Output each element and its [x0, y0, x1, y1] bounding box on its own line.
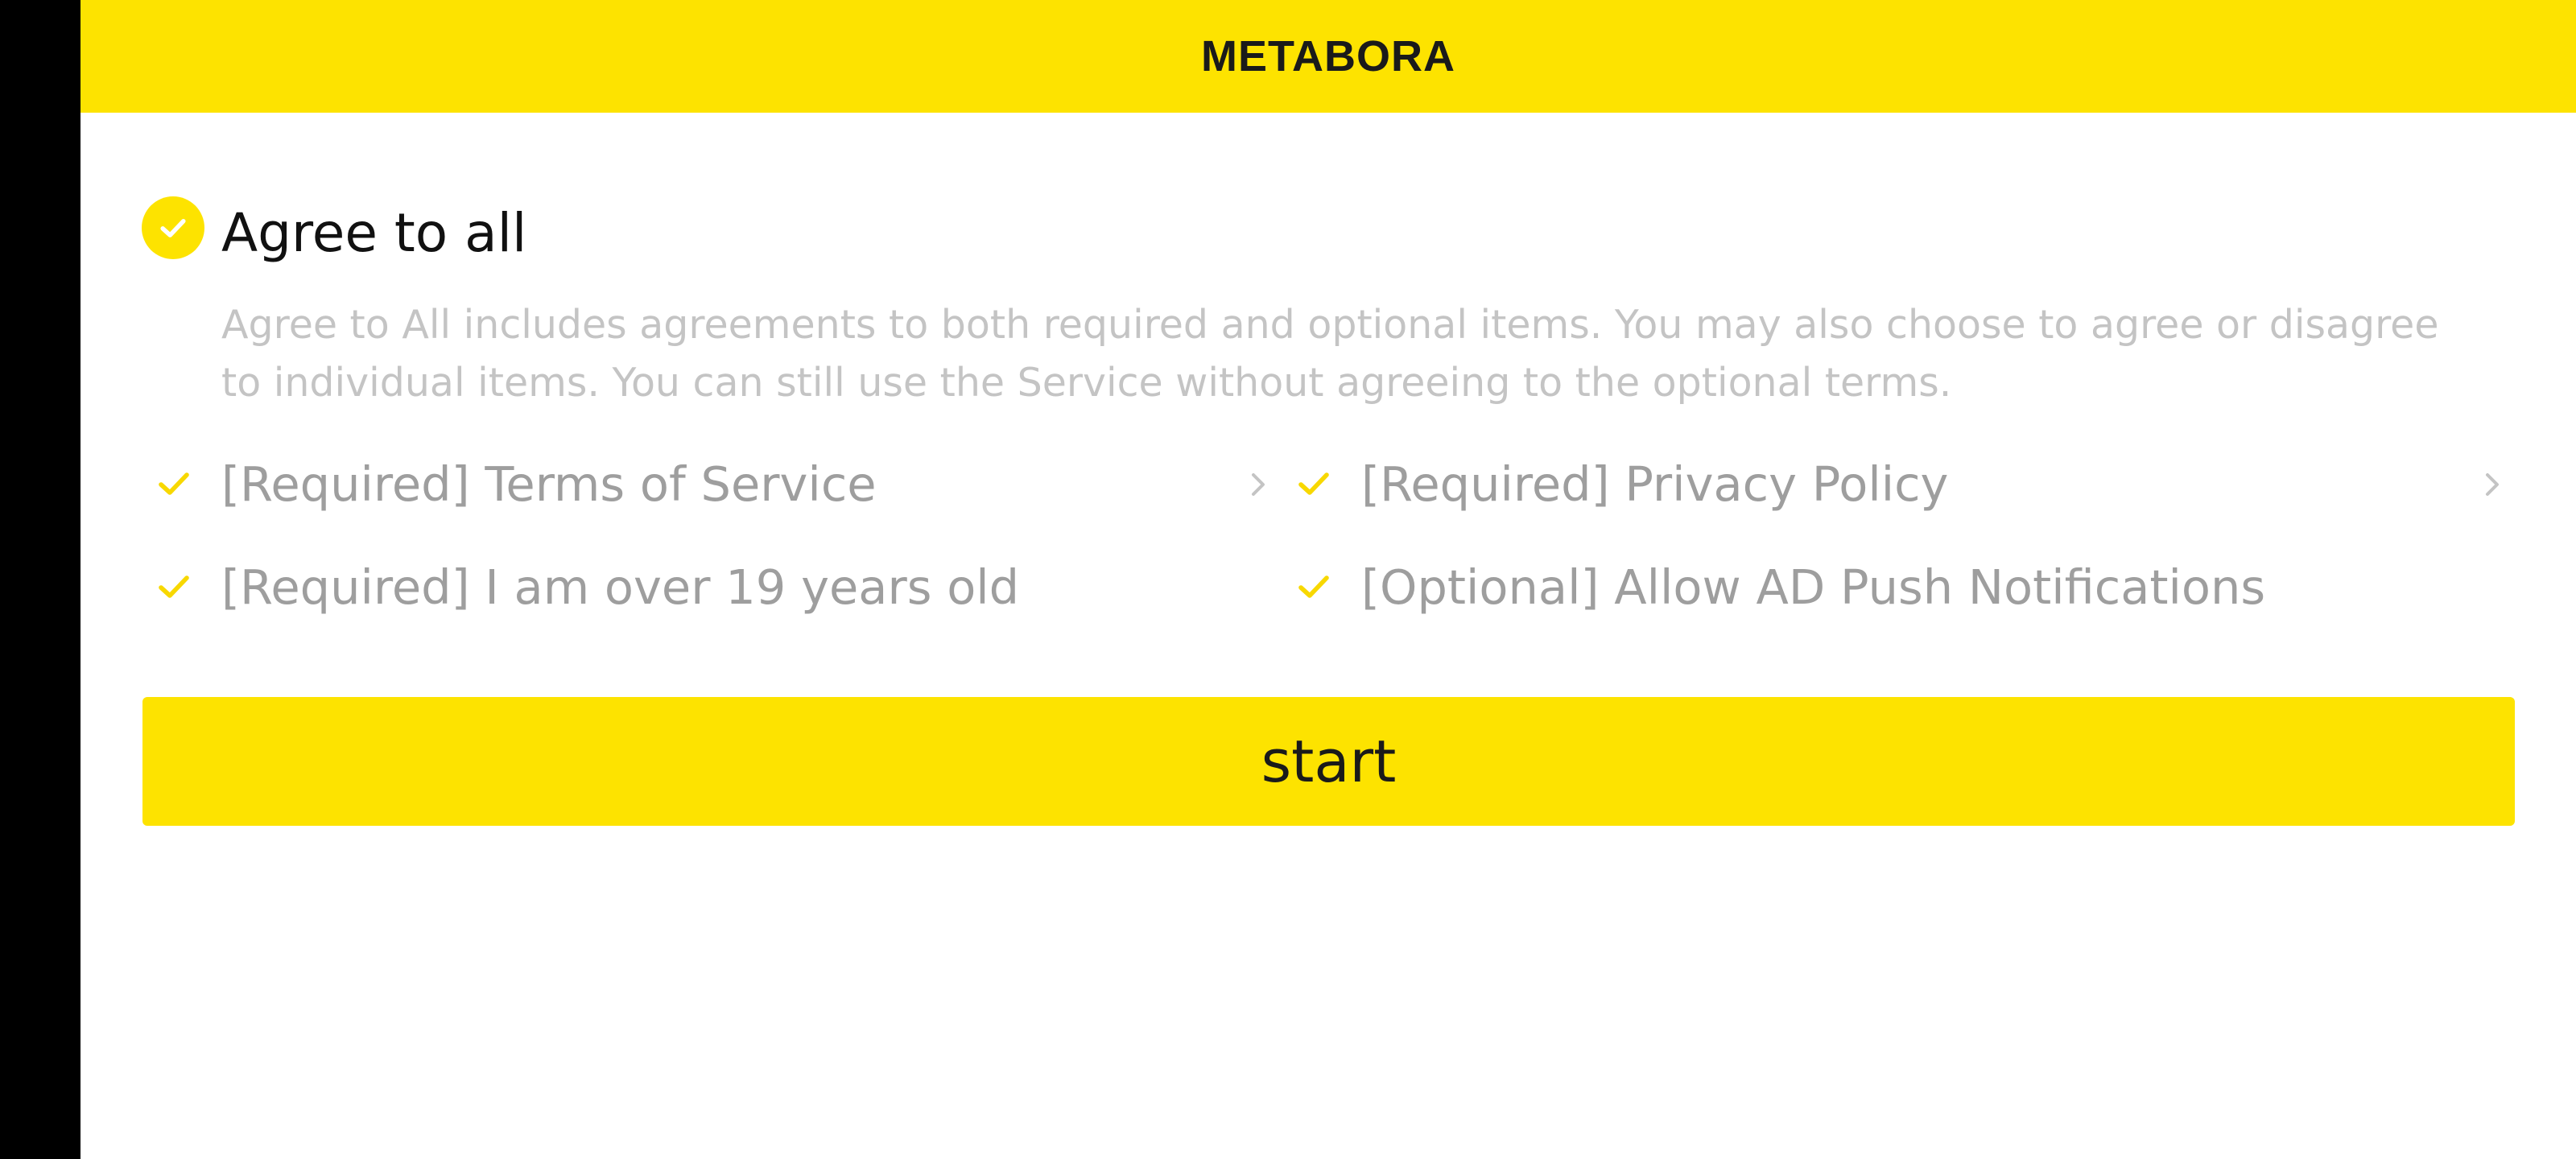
term-ad-push-notifications[interactable]: [Optional] Allow AD Push Notifications — [1290, 551, 2265, 623]
checkmark-icon[interactable] — [1290, 460, 1338, 508]
term-label: [Required] Privacy Policy — [1361, 456, 1949, 512]
term-label: [Required] I am over 19 years old — [221, 559, 1020, 615]
term-label: [Optional] Allow AD Push Notifications — [1361, 559, 2266, 615]
left-bar — [0, 0, 80, 1159]
term-label: [Required] Terms of Service — [221, 456, 877, 512]
start-button[interactable]: start — [142, 697, 2515, 826]
agreement-screen: METABORA Agree to all Agree to All inclu… — [0, 0, 2576, 1159]
term-privacy-policy[interactable]: [Required] Privacy Policy — [1290, 448, 1948, 520]
term-terms-of-service[interactable]: [Required] Terms of Service — [150, 448, 877, 520]
check-circle-icon[interactable] — [142, 196, 204, 259]
term-age-confirmation[interactable]: [Required] I am over 19 years old — [150, 551, 1019, 623]
agreement-description: Agree to All includes agreements to both… — [221, 302, 2439, 406]
chevron-right-icon[interactable] — [2476, 468, 2508, 501]
checkmark-icon[interactable] — [1290, 563, 1338, 611]
checkmark-icon[interactable] — [150, 460, 198, 508]
agree-all-toggle[interactable]: Agree to all — [142, 196, 526, 262]
chevron-right-icon[interactable] — [1242, 468, 1274, 501]
checkmark-icon[interactable] — [150, 563, 198, 611]
app-header: METABORA — [80, 0, 2576, 113]
agree-all-label: Agree to all — [221, 202, 527, 264]
start-button-label: start — [1261, 728, 1397, 795]
app-title: METABORA — [1201, 32, 1455, 80]
